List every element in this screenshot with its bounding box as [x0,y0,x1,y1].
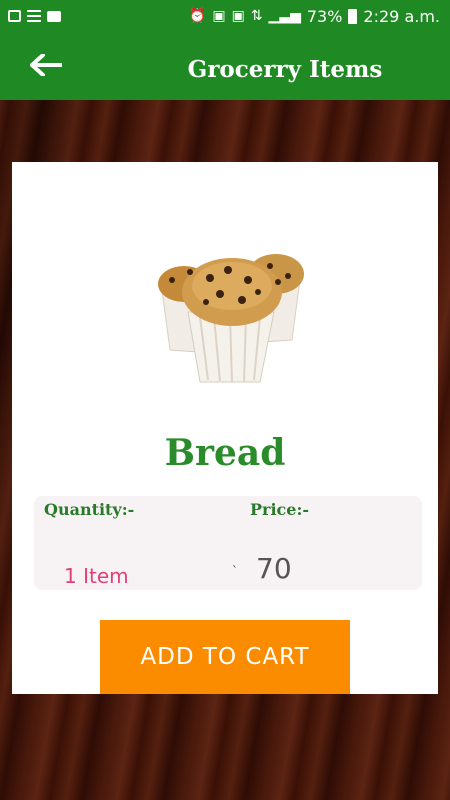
product-card: Bread Quantity:- Price:- 1 Item ` 70 ADD… [12,162,438,694]
add-to-cart-button[interactable]: ADD TO CART [100,620,350,694]
arrow-left-icon [30,54,62,76]
currency-symbol: ` [232,564,238,578]
product-info-box: Quantity:- Price:- 1 Item ` 70 [34,496,422,590]
clock: 2:29 a.m. [363,6,440,26]
list-icon [27,10,41,22]
sim-icon: ▣ [231,8,245,24]
image-icon [8,10,21,22]
network-icon: ⇅ [250,8,263,24]
page-title: Grocerry Items [187,56,383,83]
price-label: Price:- [250,500,310,519]
alarm-icon: ⏰ [188,8,207,24]
back-button[interactable] [26,48,66,82]
sim-icon: ▣ [212,8,226,24]
battery-percent: 73% [306,6,343,26]
product-name: Bread [164,432,286,474]
price-value: 70 [256,552,292,585]
status-bar: ⏰ ▣ ▣ ⇅ ▁▃▅ 73% 2:29 a.m. [0,0,450,32]
muffins-image [158,254,304,383]
signal-icon: ▁▃▅ [268,8,301,24]
battery-icon [348,8,358,24]
quantity-value[interactable]: 1 Item [64,564,129,584]
quantity-label: Quantity:- [44,500,135,519]
chat-icon [47,10,61,22]
product-image [150,222,320,392]
app-toolbar: Grocerry Items [0,32,450,100]
